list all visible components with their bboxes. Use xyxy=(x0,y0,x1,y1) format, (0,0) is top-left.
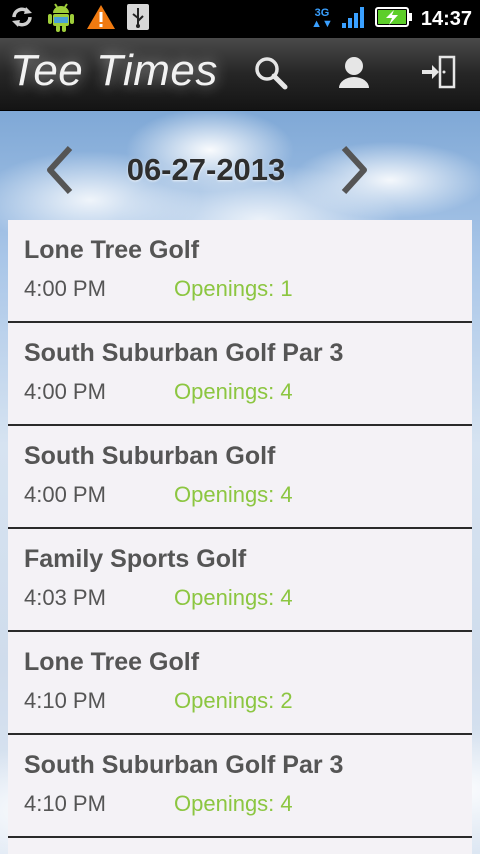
course-name: South Suburban Golf Par 3 xyxy=(24,751,344,779)
course-name: Lone Tree Golf xyxy=(24,648,200,676)
next-date-button[interactable] xyxy=(334,144,374,196)
profile-icon xyxy=(338,55,370,94)
openings-count: Openings: 4 xyxy=(174,585,293,610)
list-item[interactable]: South Suburban Golf Par 3 4:00 PM Openin… xyxy=(8,323,472,426)
action-bar: Tee Times xyxy=(0,38,480,111)
list-item[interactable]: Lone Tree Golf 4:10 PM Openings: 2 xyxy=(8,632,472,735)
usb-icon xyxy=(126,3,150,36)
openings-count: Openings: 4 xyxy=(174,791,293,816)
openings-count: Openings: 4 xyxy=(174,482,293,507)
battery-charging-icon xyxy=(374,6,413,33)
logout-icon xyxy=(420,55,456,94)
course-name: Family Sports Golf xyxy=(24,545,247,573)
clock: 14:37 xyxy=(420,7,472,30)
status-bar: 3G ▲▼ 14:37 xyxy=(0,0,480,38)
app-title: Tee Times xyxy=(10,46,218,95)
course-name: South Suburban Golf xyxy=(24,442,276,470)
list-item[interactable]: Family Sports Golf 4:03 PM Openings: 4 xyxy=(8,529,472,632)
list-item[interactable]: South Suburban Golf 4:00 PM Openings: 4 xyxy=(8,426,472,529)
list-item[interactable]: South Suburban Golf Par 3 4:10 PM Openin… xyxy=(8,735,472,838)
tee-time: 4:10 PM xyxy=(24,688,106,713)
course-name: South Suburban Golf Par 3 xyxy=(24,339,344,367)
list-item-partial[interactable] xyxy=(8,838,472,854)
openings-count: Openings: 4 xyxy=(174,379,293,404)
openings-count: Openings: 1 xyxy=(174,276,293,301)
tee-times-list: Lone Tree Golf 4:00 PM Openings: 1 South… xyxy=(8,220,472,854)
tee-time: 4:10 PM xyxy=(24,791,106,816)
sync-icon xyxy=(8,3,36,36)
profile-button[interactable] xyxy=(334,54,374,94)
tee-time: 4:03 PM xyxy=(24,585,106,610)
course-name: Lone Tree Golf xyxy=(24,236,200,264)
chevron-right-icon xyxy=(334,145,374,200)
warning-icon xyxy=(86,3,116,36)
signal-icon xyxy=(341,5,367,34)
search-button[interactable] xyxy=(250,54,290,94)
list-item[interactable]: Lone Tree Golf 4:00 PM Openings: 1 xyxy=(8,220,472,323)
tee-time: 4:00 PM xyxy=(24,379,106,404)
tee-time: 4:00 PM xyxy=(24,276,106,301)
logout-button[interactable] xyxy=(418,54,458,94)
tee-time: 4:00 PM xyxy=(24,482,106,507)
date-navigator: 06-27-2013 xyxy=(0,130,480,210)
network-type-label: 3G ▲▼ xyxy=(311,7,333,30)
search-icon xyxy=(252,54,288,95)
android-icon xyxy=(46,1,76,38)
openings-count: Openings: 2 xyxy=(174,688,293,713)
